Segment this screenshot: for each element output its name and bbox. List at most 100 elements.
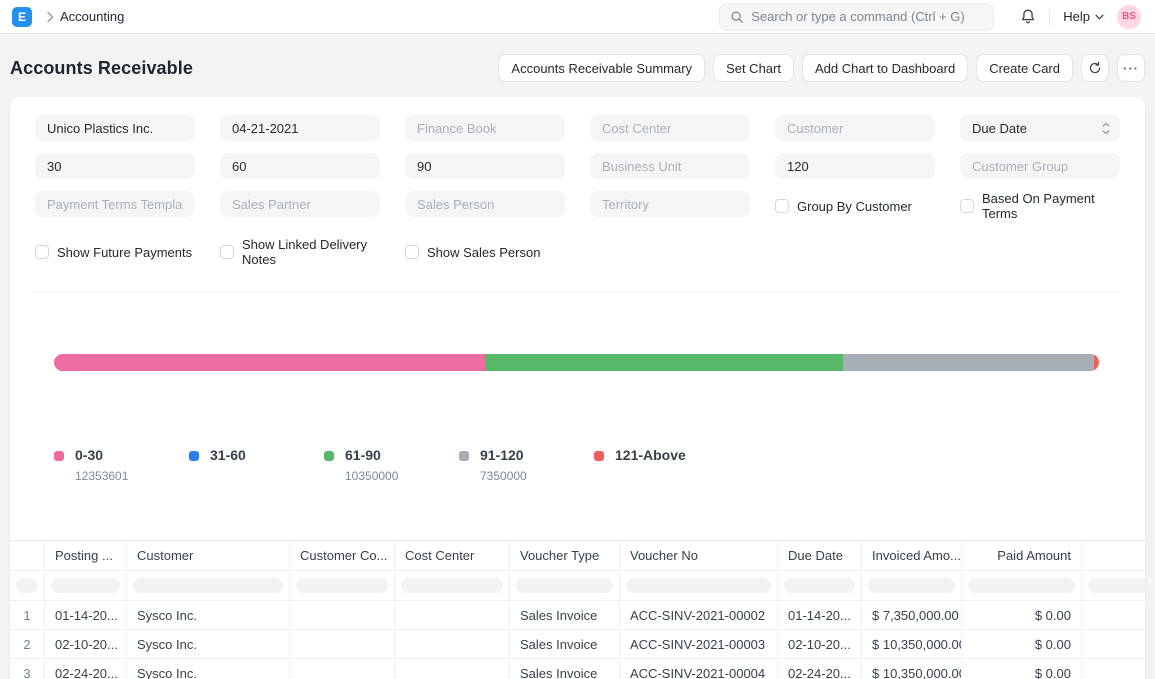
cell-posting[interactable]: 01-14-20... [45,601,127,630]
payment-terms-template-filter[interactable] [35,191,195,217]
avatar[interactable]: BS [1117,5,1141,29]
column-filter-input[interactable] [51,578,120,593]
cell-paid-amount[interactable]: $ 0.00 [962,630,1082,659]
column-filter-input[interactable] [516,578,613,593]
global-search[interactable] [719,3,994,31]
cell-cost-center[interactable] [395,601,510,630]
cell-credi[interactable] [1082,659,1145,679]
column-filter-input[interactable] [133,578,283,593]
show-future-payments-checkbox[interactable]: Show Future Payments [35,245,195,260]
customer-filter[interactable] [775,115,935,141]
header-cell-customer[interactable]: Customer [127,541,290,571]
filter-cell-cost-center[interactable] [395,571,510,601]
column-filter-input[interactable] [401,578,503,593]
filter-cell-customer[interactable] [127,571,290,601]
create-card-button[interactable]: Create Card [976,54,1073,82]
group-by-customer-checkbox[interactable]: Group By Customer [775,199,935,214]
header-cell-customer-co[interactable]: Customer Co... [290,541,395,571]
column-filter-input[interactable] [296,578,388,593]
row-index-cell[interactable]: 3 [10,659,45,679]
refresh-button[interactable] [1081,54,1109,82]
customer-group-filter[interactable] [960,153,1120,179]
cell-paid-amount[interactable]: $ 0.00 [962,601,1082,630]
breadcrumb-accounting[interactable]: Accounting [60,9,124,24]
column-filter-input[interactable] [626,578,771,593]
territory-filter[interactable] [590,191,750,217]
filter-cell-invoiced-amo[interactable] [862,571,962,601]
cell-invoiced-amo[interactable]: $ 10,350,000.00 [862,659,962,679]
cost-center-filter[interactable] [590,115,750,141]
cell-invoiced-amo[interactable]: $ 10,350,000.00 [862,630,962,659]
cell-credi[interactable] [1082,630,1145,659]
column-filter-input[interactable] [784,578,855,593]
report-date-filter[interactable] [220,115,380,141]
help-menu[interactable]: Help [1063,9,1104,24]
company-filter[interactable] [35,115,195,141]
cell-voucher-no[interactable]: ACC-SINV-2021-00004 [620,659,778,679]
column-filter-input[interactable] [16,578,38,593]
cell-cost-center[interactable] [395,630,510,659]
bell-icon[interactable] [1020,8,1036,25]
header-cell-voucher-type[interactable]: Voucher Type [510,541,620,571]
row-index-cell[interactable]: 2 [10,630,45,659]
row-index-cell[interactable]: 1 [10,601,45,630]
column-filter-input[interactable] [868,578,955,593]
sales-partner-filter[interactable] [220,191,380,217]
filter-cell-credi[interactable] [1082,571,1145,601]
header-cell-invoiced-amo[interactable]: Invoiced Amo... [862,541,962,571]
finance-book-filter[interactable] [405,115,565,141]
header-cell-index[interactable] [10,541,45,571]
cell-credi[interactable] [1082,601,1145,630]
cell-due-date[interactable]: 01-14-20... [778,601,862,630]
filter-cell-posting[interactable] [45,571,127,601]
range4-filter[interactable] [775,153,935,179]
show-sales-person-checkbox[interactable]: Show Sales Person [405,245,565,260]
filter-cell-voucher-no[interactable] [620,571,778,601]
cell-customer[interactable]: Sysco Inc. [127,659,290,679]
filter-cell-due-date[interactable] [778,571,862,601]
accounts-receivable-summary-button[interactable]: Accounts Receivable Summary [498,54,705,82]
filter-cell-customer-co[interactable] [290,571,395,601]
column-filter-input[interactable] [968,578,1075,593]
cell-customer[interactable]: Sysco Inc. [127,601,290,630]
range1-filter[interactable] [35,153,195,179]
business-unit-filter[interactable] [590,153,750,179]
cell-cost-center[interactable] [395,659,510,679]
column-filter-input[interactable] [1088,578,1145,593]
cell-customer-co[interactable] [290,659,395,679]
header-cell-paid-amount[interactable]: Paid Amount [962,541,1082,571]
cell-voucher-no[interactable]: ACC-SINV-2021-00003 [620,630,778,659]
header-cell-cost-center[interactable]: Cost Center [395,541,510,571]
cell-customer[interactable]: Sysco Inc. [127,630,290,659]
ageing-based-on-select[interactable]: Due Date [960,115,1120,141]
cell-voucher-no[interactable]: ACC-SINV-2021-00002 [620,601,778,630]
header-cell-posting[interactable]: Posting ... [45,541,127,571]
cell-due-date[interactable]: 02-24-20... [778,659,862,679]
header-cell-credi[interactable]: Credi... [1082,541,1145,571]
show-linked-delivery-notes-checkbox[interactable]: Show Linked Delivery Notes [220,237,380,267]
cell-customer-co[interactable] [290,601,395,630]
range2-filter[interactable] [220,153,380,179]
set-chart-button[interactable]: Set Chart [713,54,794,82]
cell-posting[interactable]: 02-24-20... [45,659,127,679]
add-chart-to-dashboard-button[interactable]: Add Chart to Dashboard [802,54,968,82]
filter-cell-index[interactable] [10,571,45,601]
search-input[interactable] [751,9,983,24]
app-logo[interactable]: E [12,7,32,27]
cell-voucher-type[interactable]: Sales Invoice [510,601,620,630]
cell-paid-amount[interactable]: $ 0.00 [962,659,1082,679]
header-cell-voucher-no[interactable]: Voucher No [620,541,778,571]
header-cell-due-date[interactable]: Due Date [778,541,862,571]
filter-cell-paid-amount[interactable] [962,571,1082,601]
cell-invoiced-amo[interactable]: $ 7,350,000.00 [862,601,962,630]
cell-posting[interactable]: 02-10-20... [45,630,127,659]
more-menu-button[interactable]: ··· [1117,54,1145,82]
cell-voucher-type[interactable]: Sales Invoice [510,630,620,659]
cell-due-date[interactable]: 02-10-20... [778,630,862,659]
cell-customer-co[interactable] [290,630,395,659]
cell-voucher-type[interactable]: Sales Invoice [510,659,620,679]
range3-filter[interactable] [405,153,565,179]
filter-cell-voucher-type[interactable] [510,571,620,601]
sales-person-filter[interactable] [405,191,565,217]
based-on-payment-terms-checkbox[interactable]: Based On Payment Terms [960,191,1120,221]
